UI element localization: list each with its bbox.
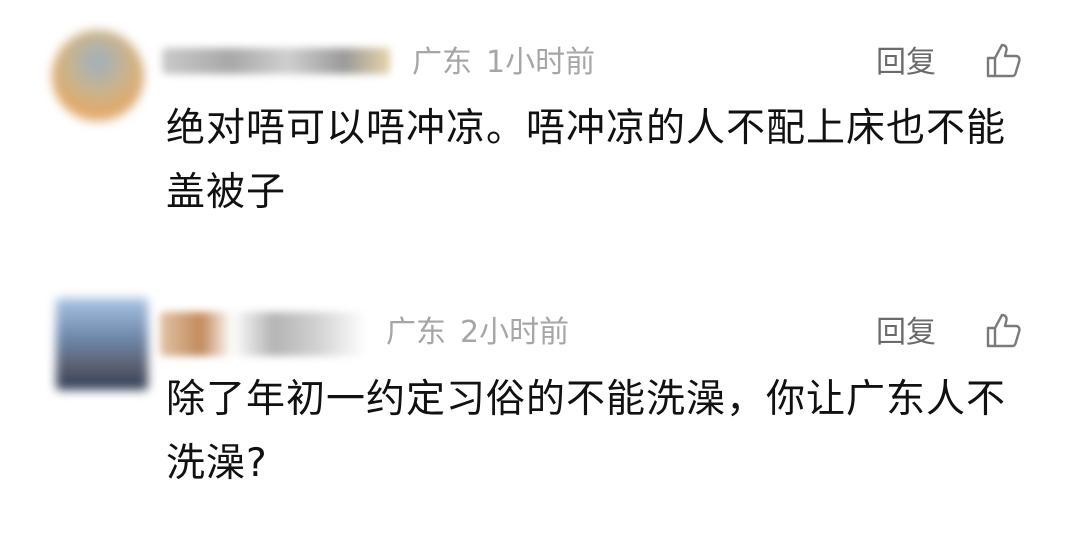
username-blurred[interactable] [160,312,366,356]
avatar[interactable] [52,30,144,122]
like-button[interactable] [984,312,1022,350]
comment-location: 广东 [386,315,446,350]
comment-text: 绝对唔可以唔冲凉。唔冲凉的人不配上床也不能盖被子 [166,106,1007,215]
comment-meta: 广东 2小时前 [386,314,569,352]
thumbs-up-icon [986,43,1021,78]
thumbs-up-icon [986,313,1021,348]
username-blurred[interactable] [162,48,390,74]
avatar[interactable] [56,298,148,390]
comment-location: 广东 [412,45,472,80]
comment-item: 广东 1小时前 回复 绝对唔可以唔冲凉。唔冲凉的人不配上床也不能盖被子 [0,0,1080,260]
comment-meta: 广东 1小时前 [412,44,595,82]
reply-button[interactable]: 回复 [876,314,936,352]
comment-item: 广东 2小时前 回复 除了年初一约定习俗的不能洗澡，你让广东人不洗澡? [0,268,1080,533]
comment-time: 1小时前 [486,45,596,80]
like-button[interactable] [984,42,1022,80]
comment-text: 除了年初一约定习俗的不能洗澡，你让广东人不洗澡? [166,377,1007,486]
comment-time: 2小时前 [460,315,570,350]
reply-button[interactable]: 回复 [876,44,936,82]
